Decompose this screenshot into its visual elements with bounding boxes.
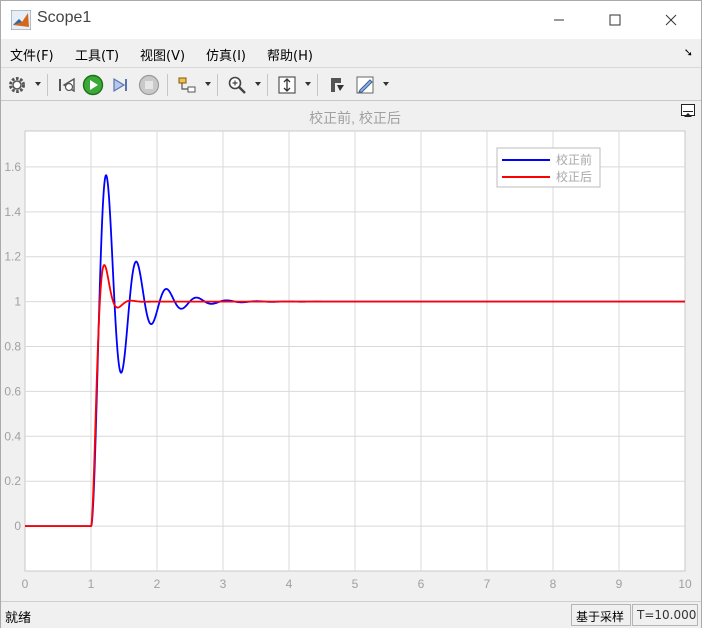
- settings-dropdown-icon[interactable]: [35, 82, 41, 86]
- step-forward-button[interactable]: [109, 73, 133, 97]
- y-tick-label: 1.6: [4, 160, 21, 174]
- scope-plot[interactable]: 0 1 2 3 4 5 6 7 8 9 10 0 0.2 0.4 0.6 0.8 1 1.2 1.4 1.6 校正前,…: [1, 101, 701, 599]
- x-tick-label: 8: [550, 577, 557, 591]
- menu-file[interactable]: 文件(F): [10, 45, 54, 64]
- x-tick-label: 0: [22, 577, 29, 591]
- run-icon: [82, 74, 104, 96]
- signal-selector-dropdown-icon[interactable]: [205, 82, 211, 86]
- y-tick-label: 1.2: [4, 250, 21, 264]
- y-tick-label: 0.2: [4, 474, 21, 488]
- maximize-icon: [609, 14, 621, 26]
- signal-selector-icon: [178, 77, 196, 93]
- settings-icon: [9, 77, 25, 93]
- zoom-dropdown-icon[interactable]: [255, 82, 261, 86]
- scope-window: Scope1 文件(F) 工具(T) 视图(V) 仿真(I) 帮助(H) ➘ 0…: [0, 0, 702, 628]
- step-back-button[interactable]: [55, 73, 79, 97]
- scale-axes-icon: [278, 76, 296, 94]
- x-tick-label: 10: [678, 577, 692, 591]
- dock-arrow-icon[interactable]: ➘: [684, 46, 693, 59]
- maximize-button[interactable]: [587, 1, 643, 39]
- x-tick-label: 4: [286, 577, 293, 591]
- legend-label-before: 校正前: [556, 152, 592, 167]
- x-tick-label: 2: [154, 577, 161, 591]
- close-button[interactable]: [643, 1, 699, 39]
- menu-simulation[interactable]: 仿真(I): [206, 45, 246, 64]
- zoom-button[interactable]: [225, 73, 249, 97]
- y-tick-label: 1: [14, 295, 21, 309]
- menu-bar: 文件(F) 工具(T) 视图(V) 仿真(I) 帮助(H) ➘: [1, 39, 701, 67]
- scale-axes-dropdown-icon[interactable]: [305, 82, 311, 86]
- plot-title: 校正前, 校正后: [309, 110, 401, 126]
- toolbar: [1, 67, 701, 101]
- x-tick-label: 3: [220, 577, 227, 591]
- title-bar: Scope1: [1, 1, 701, 39]
- y-tick-label: 0.8: [4, 340, 21, 354]
- toolbar-separator: [167, 74, 168, 96]
- x-tick-label: 1: [88, 577, 95, 591]
- highlight-block-icon: [331, 78, 344, 92]
- close-icon: [665, 14, 677, 26]
- y-tick-label: 0: [14, 519, 21, 533]
- y-tick-label: 0.6: [4, 384, 21, 398]
- toolbar-separator: [217, 74, 218, 96]
- style-icon: [356, 76, 374, 94]
- y-tick-label: 1.4: [4, 205, 21, 219]
- x-tick-label: 9: [616, 577, 623, 591]
- minimize-icon: [554, 19, 564, 21]
- menu-help[interactable]: 帮助(H): [267, 45, 313, 64]
- matlab-logo-icon: [11, 10, 31, 30]
- scale-axes-button[interactable]: [275, 73, 299, 97]
- status-mode: 基于采样: [571, 604, 631, 626]
- signal-selector-button[interactable]: [175, 73, 199, 97]
- run-button[interactable]: [81, 73, 105, 97]
- highlight-block-button[interactable]: [325, 73, 349, 97]
- style-button[interactable]: [353, 73, 377, 97]
- legend[interactable]: 校正前 校正后: [496, 147, 601, 188]
- menu-view[interactable]: 视图(V): [140, 45, 185, 64]
- legend-label-after: 校正后: [556, 169, 592, 184]
- undock-icon[interactable]: [681, 104, 695, 117]
- x-tick-label: 7: [484, 577, 491, 591]
- plot-panel: 0 1 2 3 4 5 6 7 8 9 10 0 0.2 0.4 0.6 0.8 1 1.2 1.4 1.6 校正前,…: [1, 101, 701, 599]
- status-text: 就绪: [5, 611, 32, 626]
- x-tick-label: 6: [418, 577, 425, 591]
- y-tick-label: 0.4: [4, 429, 21, 443]
- toolbar-separator: [317, 74, 318, 96]
- window-title: Scope1: [37, 9, 92, 26]
- toolbar-separator: [267, 74, 268, 96]
- step-back-icon: [59, 77, 75, 93]
- toolbar-separator: [47, 74, 48, 96]
- stop-icon: [138, 74, 160, 96]
- status-time: T=10.000: [632, 604, 698, 626]
- menu-tools[interactable]: 工具(T): [75, 45, 119, 64]
- zoom-icon: [228, 76, 246, 94]
- step-forward-icon: [113, 77, 127, 93]
- minimize-button[interactable]: [531, 1, 587, 39]
- style-dropdown-icon[interactable]: [383, 82, 389, 86]
- status-bar: 就绪 基于采样 T=10.000: [1, 601, 701, 628]
- x-tick-label: 5: [352, 577, 359, 591]
- settings-button[interactable]: [5, 73, 29, 97]
- stop-button[interactable]: [137, 73, 161, 97]
